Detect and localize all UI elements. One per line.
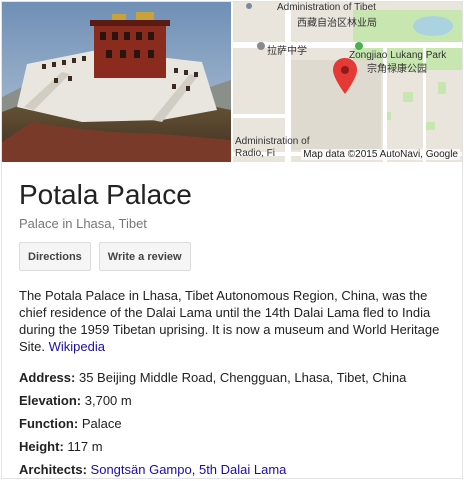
map-label-admin-bottom-en: Administration of bbox=[235, 136, 310, 147]
place-subtitle: Palace in Lhasa, Tibet bbox=[19, 216, 147, 231]
map-label-admin-top-zh: 西藏自治区林业局 bbox=[297, 18, 377, 29]
architect-link-songtsan-gampo[interactable]: Songtsän Gampo bbox=[91, 462, 192, 477]
fact-architects: Architects: Songtsän Gampo, 5th Dalai La… bbox=[19, 461, 450, 478]
map-label-admin-top-en: Administration of Tibet bbox=[277, 2, 376, 13]
architects-separator: , bbox=[191, 462, 199, 477]
map-label-school-zh: 拉萨中学 bbox=[267, 46, 307, 57]
fact-function-value: Palace bbox=[81, 416, 122, 431]
fact-address: Address: 35 Beijing Middle Road, Chenggu… bbox=[19, 369, 450, 386]
architect-link-5th-dalai-lama[interactable]: 5th Dalai Lama bbox=[199, 462, 286, 477]
fact-function: Function: Palace bbox=[19, 415, 450, 432]
fact-address-value: 35 Beijing Middle Road, Chengguan, Lhasa… bbox=[78, 370, 407, 385]
fact-height: Height: 117 m bbox=[19, 438, 450, 455]
fact-function-label: Function: bbox=[19, 416, 79, 431]
place-title: Potala Palace bbox=[19, 179, 192, 210]
map-thumbnail[interactable]: Administration of Tibet 西藏自治区林业局 拉萨中学 Zo… bbox=[231, 2, 462, 162]
map-label-admin-bottom-en2: Radio, Fi bbox=[235, 148, 276, 159]
write-review-button[interactable]: Write a review bbox=[98, 242, 191, 271]
fact-architects-label: Architects: bbox=[19, 462, 87, 477]
description: The Potala Palace in Lhasa, Tibet Autono… bbox=[19, 287, 450, 355]
wikipedia-link[interactable]: Wikipedia bbox=[49, 339, 105, 354]
directions-button[interactable]: Directions bbox=[19, 242, 91, 271]
map-credit: Map data ©2015 AutoNavi, Google bbox=[301, 149, 460, 160]
fact-height-label: Height: bbox=[19, 439, 64, 454]
fact-elevation-value: 3,700 m bbox=[84, 393, 132, 408]
map-label-park-zh: 宗角禄康公园 bbox=[367, 64, 427, 75]
fact-height-value: 117 m bbox=[67, 439, 103, 454]
media-strip: Administration of Tibet 西藏自治区林业局 拉萨中学 Zo… bbox=[2, 2, 462, 162]
fact-elevation-label: Elevation: bbox=[19, 393, 82, 408]
palace-photo[interactable] bbox=[2, 2, 231, 162]
fact-address-label: Address: bbox=[19, 370, 76, 385]
action-buttons: Directions Write a review bbox=[19, 242, 450, 271]
palace-illustration bbox=[2, 2, 231, 162]
info-section: Potala Palace Palace in Lhasa, Tibet Dir… bbox=[2, 162, 462, 478]
knowledge-panel: Administration of Tibet 西藏自治区林业局 拉萨中学 Zo… bbox=[1, 1, 463, 479]
fact-elevation: Elevation: 3,700 m bbox=[19, 392, 450, 409]
